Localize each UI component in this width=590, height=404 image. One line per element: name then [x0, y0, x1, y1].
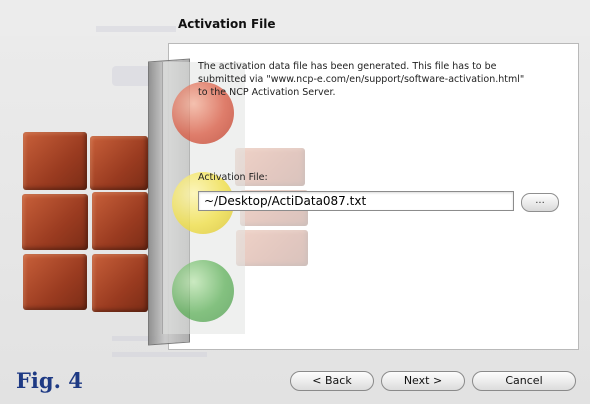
brick-wall-graphic — [23, 254, 87, 310]
description-line: to the NCP Activation Server. — [198, 87, 336, 98]
ghost-text — [96, 26, 176, 32]
browse-button[interactable]: ... — [521, 193, 559, 212]
brick-wall-graphic — [90, 136, 148, 190]
ghost-logo — [112, 66, 152, 86]
brick-wall-graphic — [92, 254, 148, 312]
figure-label: Fig. 4 — [16, 368, 83, 393]
header-band: Activation File — [0, 0, 590, 36]
next-button[interactable]: Next > — [381, 371, 465, 391]
brick-wall-graphic — [22, 194, 88, 250]
brick-wall-graphic — [236, 230, 308, 266]
cancel-button[interactable]: Cancel — [472, 371, 576, 391]
brick-wall-graphic — [92, 192, 148, 250]
back-button[interactable]: < Back — [290, 371, 374, 391]
brick-wall-graphic — [23, 132, 87, 190]
description-line: submitted via "www.ncp-e.com/en/support/… — [198, 74, 525, 85]
page-title: Activation File — [178, 17, 276, 31]
activation-file-label: Activation File: — [198, 172, 268, 183]
ghost-text — [112, 352, 207, 357]
installer-window: Activation File The activation data file… — [0, 0, 590, 404]
description-line: The activation data file has been genera… — [198, 61, 497, 72]
green-light-icon — [172, 260, 234, 322]
activation-file-input[interactable]: ~/Desktop/ActiData087.txt — [198, 191, 514, 211]
activation-description: The activation data file has been genera… — [198, 60, 568, 99]
